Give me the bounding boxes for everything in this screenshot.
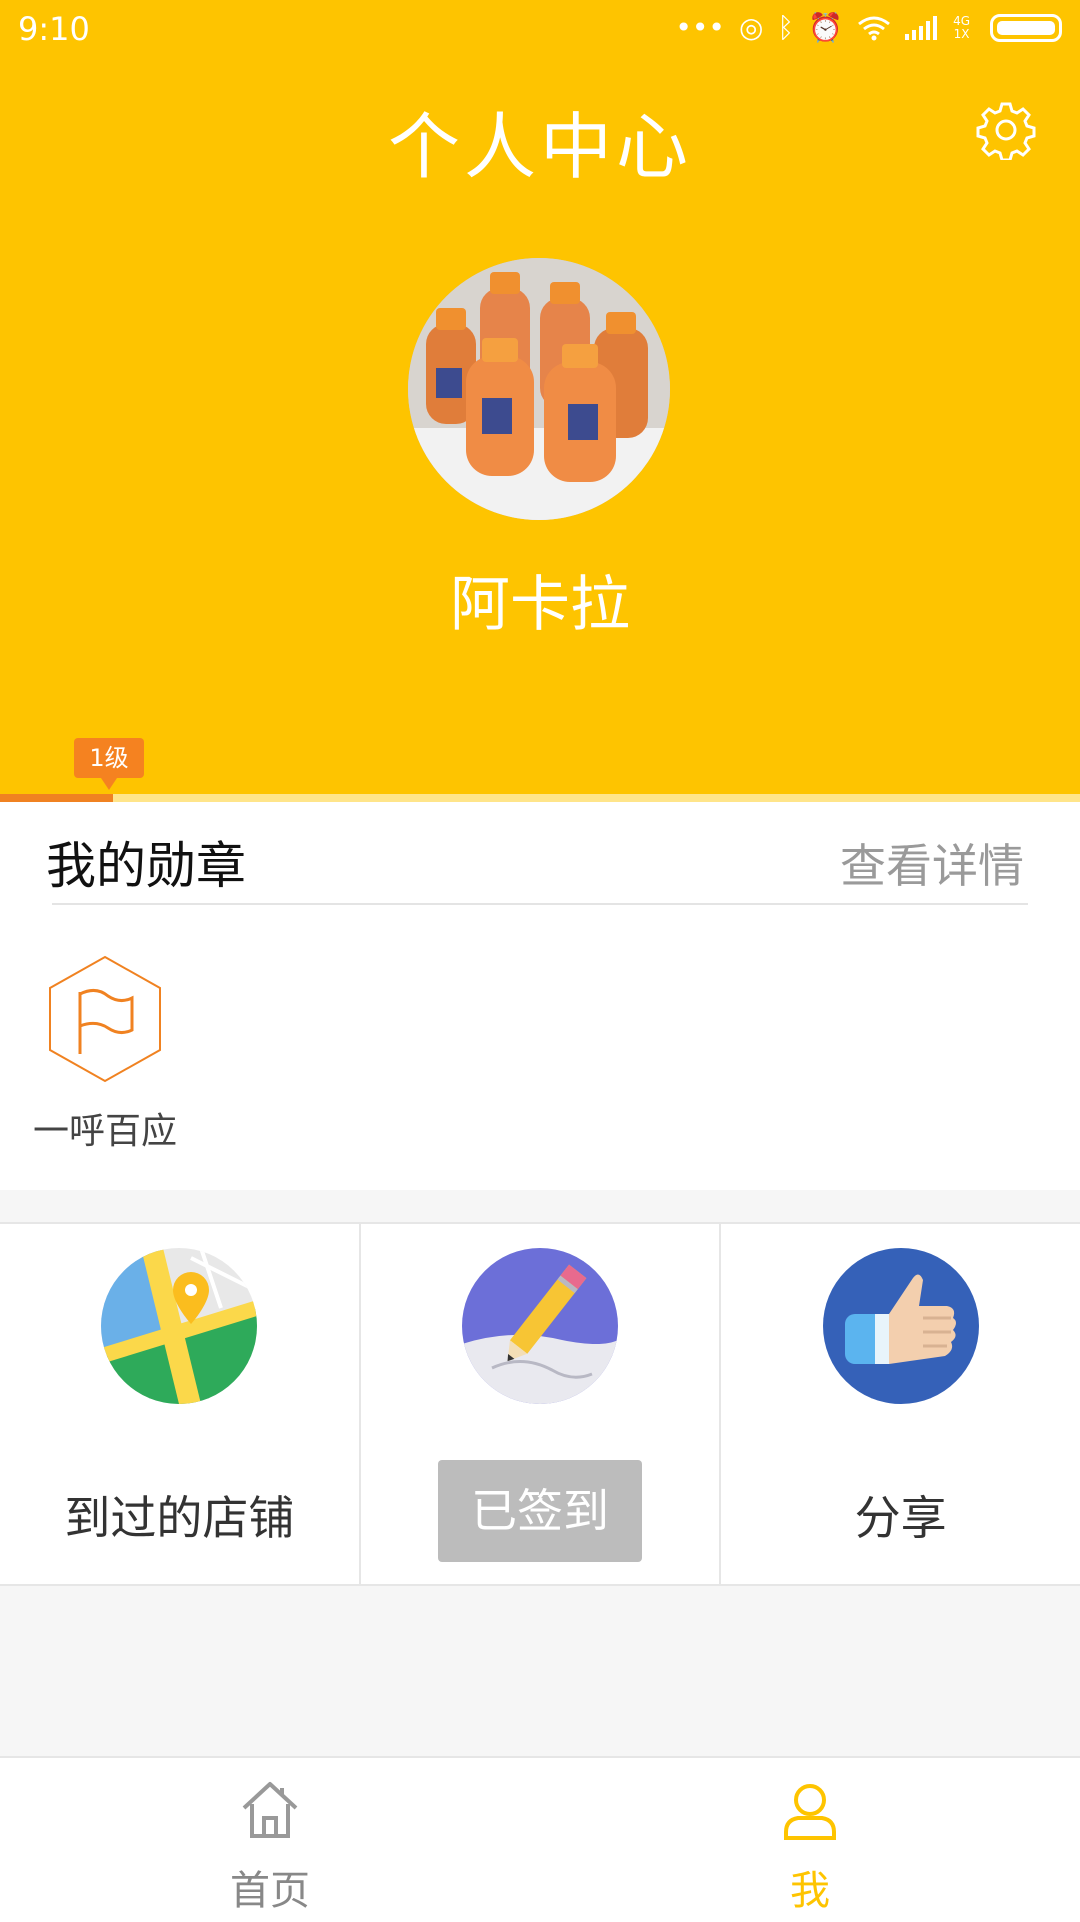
tab-home[interactable]: 首页 (0, 1758, 540, 1922)
alarm-icon: ⏰ (808, 11, 844, 44)
tab-me[interactable]: 我 (540, 1758, 1080, 1922)
level-badge: 1级 (74, 738, 144, 790)
divider (52, 903, 1028, 905)
battery-icon (990, 14, 1062, 42)
tab-me-label: 我 (790, 1868, 830, 1914)
bottom-tab-bar: 首页 我 (0, 1756, 1080, 1922)
gear-icon[interactable] (976, 100, 1036, 160)
visited-stores-button[interactable]: 到过的店铺 (0, 1224, 359, 1584)
medal-section: 我的勋章 查看详情 一呼百应 (0, 802, 1080, 1190)
wifi-icon (858, 16, 890, 41)
view-details-link[interactable]: 查看详情 (840, 830, 1024, 896)
flag-hexagon-icon[interactable] (46, 954, 164, 1084)
level-progress-fill (0, 794, 114, 802)
map-pin-icon (101, 1248, 258, 1404)
share-label: 分享 (854, 1491, 947, 1545)
action-grid: 到过的店铺 已签到 分享 (0, 1222, 1080, 1586)
profile-header: 9:10 ••• ◎ ᛒ ⏰ 4G 1X 个人中心 阿卡拉 1级 (0, 0, 1080, 802)
hotspot-icon: ◎ (738, 11, 764, 44)
bluetooth-icon: ᛒ (777, 11, 795, 44)
status-icons: ••• ◎ ᛒ ⏰ 4G 1X (675, 12, 1062, 44)
signal-icon (905, 16, 938, 40)
thumbs-up-icon (822, 1248, 979, 1404)
status-time: 9:10 (18, 10, 90, 48)
dots-icon: ••• (675, 11, 725, 44)
visited-stores-label: 到过的店铺 (64, 1491, 295, 1545)
check-in-cell: 已签到 (358, 1224, 720, 1584)
share-button[interactable]: 分享 (719, 1224, 1080, 1584)
user-icon (784, 1784, 836, 1840)
home-icon (242, 1782, 298, 1838)
medal-section-title: 我的勋章 (46, 837, 246, 895)
network-type: 4G 1X (953, 14, 970, 41)
status-bar: 9:10 ••• ◎ ᛒ ⏰ 4G 1X (0, 0, 1080, 60)
username: 阿卡拉 (450, 570, 630, 640)
page-title: 个人中心 (387, 105, 692, 189)
signed-in-button[interactable]: 已签到 (438, 1460, 642, 1562)
level-progress-bar (0, 794, 1080, 802)
avatar[interactable] (408, 258, 670, 520)
badge-label: 一呼百应 (32, 1111, 177, 1152)
pencil-icon (462, 1248, 618, 1404)
tab-home-label: 首页 (230, 1868, 310, 1914)
